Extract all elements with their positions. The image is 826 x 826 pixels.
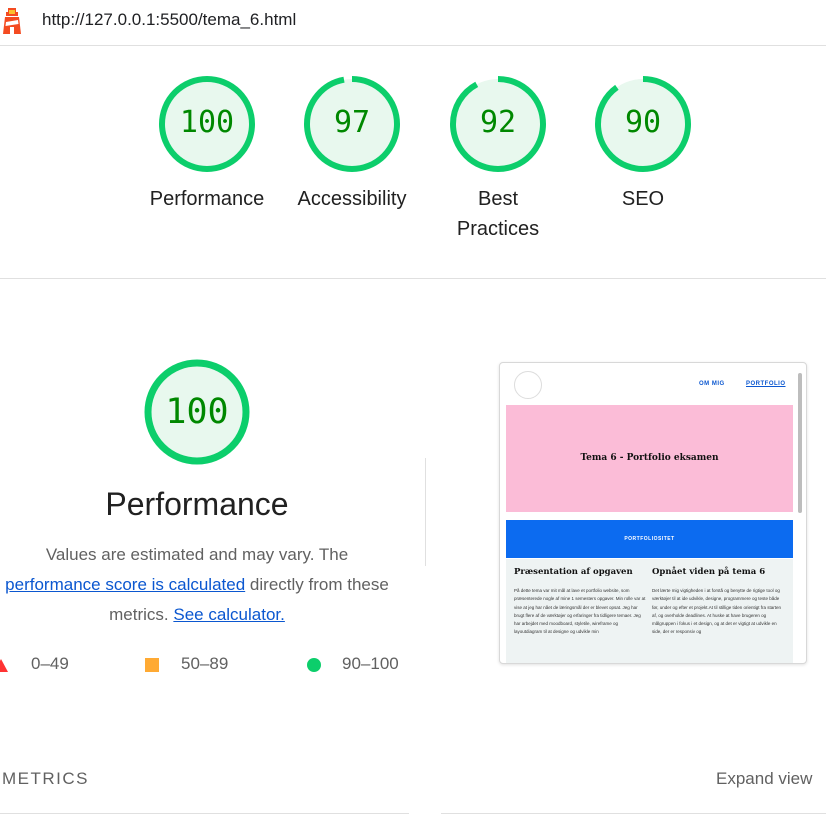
legend-fail-range: 0–49 [31,654,69,673]
gauge-label: SEO [621,188,665,210]
average-square-icon [145,658,159,672]
final-screenshot[interactable]: OM MIG PORTFOLIO Tema 6 - Portfolio eksa… [499,362,807,664]
gauge-performance[interactable]: 100 Performance [137,74,277,214]
legend-pass-range: 90–100 [342,654,399,673]
site-nav-portfolio: PORTFOLIO [746,381,786,387]
site-content: Præsentation af opgaven Opnået viden på … [506,559,793,663]
gauge-score: 100 [179,105,235,140]
performance-description: Values are estimated and may vary. The p… [0,540,408,630]
vertical-divider [425,458,426,566]
performance-title: Performance [105,486,289,522]
gauge-label-line: Best [477,188,519,210]
gauge-accessibility[interactable]: 97 Accessibility [282,74,422,214]
metrics-heading: METRICS [2,769,89,788]
screenshot-scrollbar[interactable] [798,373,802,513]
site-heading-left: Præsentation af opgaven [514,567,633,577]
lighthouse-icon [3,8,21,34]
gauge-seo[interactable]: 90 SEO [573,74,713,214]
site-nav-about: OM MIG [699,381,725,387]
site-heading-right: Opnået viden på tema 6 [652,567,766,577]
url-bar: http://127.0.0.1:5500/tema_6.html [0,0,826,46]
site-band-text: PORTFOLIOSITET [624,536,675,542]
metrics-divider-left [0,813,409,814]
description-text: Values are estimated and may vary. The [45,545,349,564]
gauge-score: 92 [479,105,517,140]
section-divider [0,278,826,279]
gauge-label: Best Practices [428,184,568,244]
category-gauges: 100 Performance 97 Accessibility 92 Best… [0,74,826,254]
gauge-best-practices[interactable]: 92 Best Practices [428,74,568,244]
gauge-label: Performance [149,188,265,210]
see-calculator-link[interactable]: See calculator. [173,605,285,624]
metrics-divider-right [441,813,826,814]
legend-average-range: 50–89 [181,654,229,673]
site-hero: Tema 6 - Portfolio eksamen [506,405,793,512]
gauge-label-line: Practices [456,218,540,240]
site-text-right: Det lærte mig vigtigheden i at forstå og… [652,588,782,635]
score-legend: 0–49 50–89 90–100 [0,654,420,678]
site-band: PORTFOLIOSITET [506,520,793,558]
url-text: http://127.0.0.1:5500/tema_6.html [42,10,297,29]
expand-view-toggle[interactable]: Expand view [716,769,812,789]
site-logo-icon [514,371,542,399]
performance-score-link[interactable]: performance score is calculated [5,575,245,594]
site-text-left: På dette tema var mit mål at lave et por… [514,588,646,635]
fail-triangle-icon [0,659,8,672]
site-hero-title: Tema 6 - Portfolio eksamen [580,453,719,463]
gauge-score: 97 [333,105,371,140]
pass-circle-icon [307,658,321,672]
gauge-label: Accessibility [297,188,407,210]
gauge-score: 90 [624,105,662,140]
performance-score: 100 [165,392,229,432]
